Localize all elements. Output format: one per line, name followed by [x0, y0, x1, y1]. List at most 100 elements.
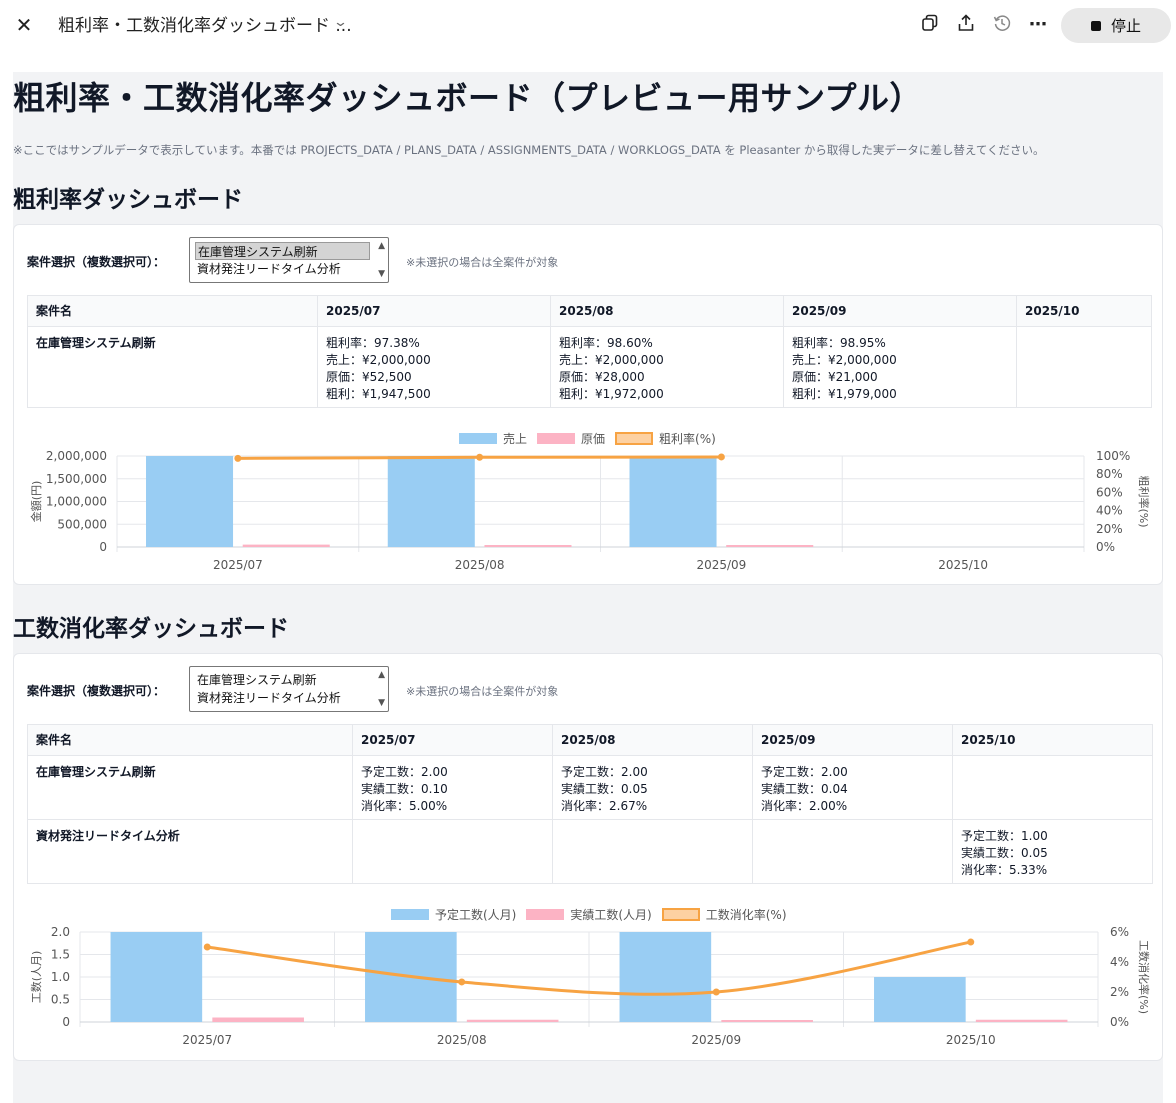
- y-tick-label: 0.5: [51, 993, 70, 1007]
- profit-section-title: 粗利率ダッシュボード: [13, 187, 243, 213]
- x-tick-label: 2025/07: [182, 1033, 232, 1047]
- x-tick-label: 2025/10: [938, 558, 988, 572]
- more-icon[interactable]: ⋯: [1027, 14, 1049, 36]
- legend-swatch: [459, 433, 497, 444]
- line-point: [458, 978, 466, 986]
- top-bar: ✕ 粗利率・工数消化率ダッシュボード ... ⌄ ⋯ 停止: [0, 0, 1176, 52]
- y2-tick-label: 60%: [1096, 485, 1123, 499]
- legend-label: 実績工数(人月): [570, 908, 652, 922]
- stop-button[interactable]: 停止: [1061, 8, 1171, 43]
- cell-line: 消化率：2.67%: [561, 799, 648, 813]
- share-icon[interactable]: [955, 14, 977, 36]
- profit-chart: 2,000,000 1,500,000 1,000,000 500,000 0 100% 8…: [29, 449, 1151, 572]
- cell-line: 売上：¥2,000,000: [559, 353, 664, 367]
- y2-axis-title: 粗利率(%): [1137, 475, 1151, 527]
- cell-line: 予定工数：1.00: [961, 829, 1048, 843]
- cell-line: 粗利：¥1,947,500: [326, 387, 431, 401]
- profit-card: 案件選択（複数選択可）： 在庫管理システム刷新 資材発注リードタイム分析 ▲ ▼…: [13, 224, 1163, 585]
- scroll-up-icon[interactable]: ▲: [378, 670, 385, 680]
- column-header: 2025/07: [317, 295, 551, 327]
- month-cell: [752, 819, 953, 884]
- legend-item[interactable]: 原価: [537, 430, 605, 447]
- effort-select-hint: ※未選択の場合は全案件が対象: [406, 685, 559, 698]
- stop-button-label: 停止: [1110, 17, 1141, 35]
- cell-line: 原価：¥21,000: [792, 370, 878, 384]
- month-cell: 予定工数：2.00 実績工数：0.05 消化率：2.67%: [552, 755, 753, 820]
- bar: [110, 932, 203, 1022]
- legend-item[interactable]: 売上: [459, 430, 527, 447]
- bar: [619, 932, 712, 1022]
- legend-item[interactable]: 工数消化率(%): [661, 906, 787, 923]
- legend-item[interactable]: 粗利率(%): [615, 430, 716, 447]
- scroll-down-icon[interactable]: ▼: [378, 269, 385, 279]
- y-tick-label: 2,000,000: [46, 449, 107, 463]
- profit-chart-legend: 売上 原価 粗利率(%): [459, 430, 716, 447]
- profit-option[interactable]: 資材発注リードタイム分析: [195, 260, 370, 278]
- effort-project-select[interactable]: 在庫管理システム刷新 資材発注リードタイム分析 ▲ ▼: [189, 666, 389, 712]
- column-header: 2025/08: [550, 295, 784, 327]
- cell-line: 原価：¥28,000: [559, 370, 645, 384]
- column-header: 2025/08: [552, 724, 753, 756]
- table-row: 在庫管理システム刷新 粗利率：97.38% 売上：¥2,000,000 原価：¥…: [27, 326, 1152, 408]
- effort-section-title: 工数消化率ダッシュボード: [13, 616, 289, 642]
- bar: [146, 456, 234, 547]
- close-icon[interactable]: ✕: [14, 14, 34, 36]
- cell-line: 実績工数：0.05: [561, 782, 648, 796]
- y2-tick-label: 0%: [1110, 1015, 1129, 1029]
- effort-option[interactable]: 在庫管理システム刷新: [195, 671, 370, 689]
- y-tick-label: 2.0: [51, 925, 70, 939]
- chevron-down-icon[interactable]: ⌄: [333, 15, 348, 30]
- cell-line: 粗利：¥1,979,000: [792, 387, 897, 401]
- bar: [726, 545, 814, 547]
- project-name: 資材発注リードタイム分析: [27, 819, 353, 884]
- y2-tick-label: 20%: [1096, 522, 1123, 536]
- column-header: 案件名: [27, 295, 318, 327]
- bar: [387, 456, 475, 547]
- x-tick-label: 2025/10: [946, 1033, 996, 1047]
- legend-item[interactable]: 予定工数(人月): [391, 906, 516, 923]
- y-tick-label: 1.0: [51, 970, 70, 984]
- profit-select-hint: ※未選択の場合は全案件が対象: [406, 256, 559, 269]
- y-tick-label: 500,000: [57, 517, 107, 531]
- x-tick-label: 2025/08: [455, 558, 505, 572]
- effort-select-label: 案件選択（複数選択可）：: [27, 684, 166, 698]
- line-point: [717, 453, 725, 461]
- profit-option[interactable]: 在庫管理システム刷新: [195, 242, 370, 260]
- y-tick-label: 1,000,000: [46, 495, 107, 509]
- scroll-down-icon[interactable]: ▼: [378, 698, 385, 708]
- line-point: [234, 454, 242, 462]
- month-cell: [352, 819, 553, 884]
- project-name: 在庫管理システム刷新: [27, 755, 353, 820]
- month-cell: 粗利率：98.95% 売上：¥2,000,000 原価：¥21,000 粗利：¥…: [783, 326, 1017, 408]
- column-header: 2025/07: [352, 724, 553, 756]
- copy-icon[interactable]: [919, 14, 941, 36]
- bar: [874, 977, 966, 1022]
- profit-project-select[interactable]: 在庫管理システム刷新 資材発注リードタイム分析 ▲ ▼: [189, 237, 389, 283]
- document-title[interactable]: 粗利率・工数消化率ダッシュボード ...: [58, 14, 352, 38]
- y2-tick-label: 100%: [1096, 449, 1130, 463]
- scroll-up-icon[interactable]: ▲: [378, 241, 385, 251]
- cell-line: 消化率：2.00%: [761, 799, 848, 813]
- cell-line: 予定工数：2.00: [361, 765, 448, 779]
- y-tick-label: 0: [62, 1015, 70, 1029]
- profit-select-label: 案件選択（複数選択可）：: [27, 255, 166, 269]
- page-title: 粗利率・工数消化率ダッシュボード（プレビュー用サンプル）: [13, 79, 923, 117]
- history-icon[interactable]: [991, 14, 1013, 36]
- y2-tick-label: 80%: [1096, 467, 1123, 481]
- cell-line: 粗利率：98.60%: [559, 336, 653, 350]
- line-point: [967, 938, 975, 946]
- legend-label: 売上: [503, 432, 528, 446]
- line-point: [203, 943, 211, 951]
- cell-line: 実績工数：0.04: [761, 782, 848, 796]
- effort-option[interactable]: 資材発注リードタイム分析: [195, 689, 370, 707]
- column-header: 2025/10: [952, 724, 1153, 756]
- column-header: 2025/10: [1016, 295, 1152, 327]
- month-cell: [552, 819, 753, 884]
- y-axis-title: 金額(円): [29, 481, 43, 523]
- y2-tick-label: 40%: [1096, 504, 1123, 518]
- legend-item[interactable]: 実績工数(人月): [526, 906, 652, 923]
- effort-chart: 2.0 1.5 1.0 0.5 0 6% 4% 2% 0% 2025/07 2025/08 2025/…: [30, 925, 1151, 1047]
- month-cell: [1016, 326, 1152, 408]
- bar: [721, 1020, 813, 1022]
- line-point: [712, 988, 720, 996]
